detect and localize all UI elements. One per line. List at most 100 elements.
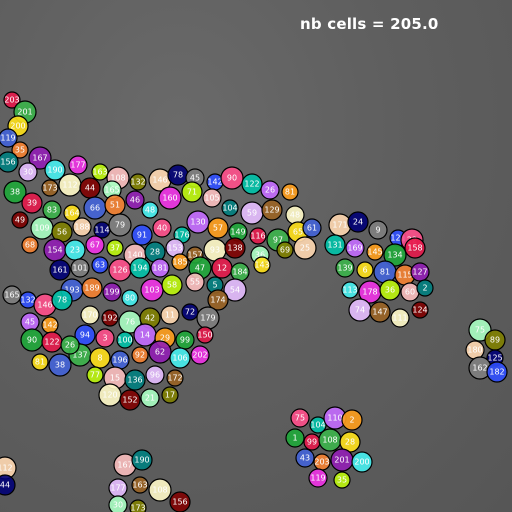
cell-label: 74 (355, 306, 365, 315)
cell-label: 78 (57, 296, 67, 305)
cell: 59 (240, 201, 264, 225)
cell-label: 67 (90, 241, 100, 250)
cell: 161 (49, 259, 71, 281)
cell-label: 1 (292, 434, 297, 443)
cell-label: 201 (334, 456, 349, 465)
cell: 138 (224, 237, 246, 259)
cell-label: 49 (15, 216, 25, 225)
cell-label: 60 (405, 288, 415, 297)
cell-label: 134 (387, 251, 402, 260)
cell-label: 26 (265, 186, 275, 195)
cell-label: 112 (0, 464, 13, 473)
cell-label: 80 (125, 294, 135, 303)
cell-label: 71 (187, 188, 197, 197)
cell-label: 182 (489, 368, 504, 377)
cell: 78 (51, 289, 73, 311)
cell: 108 (318, 428, 342, 452)
cell-label: 99 (180, 336, 190, 345)
cell: 103 (140, 278, 164, 302)
cell: 143 (253, 256, 271, 274)
cell: 46 (125, 190, 145, 210)
cell-label: 15 (110, 374, 120, 383)
cell: 124 (411, 301, 429, 319)
cell-label: 119 (310, 474, 325, 483)
cell: 75 (290, 408, 310, 428)
cell-label: 66 (90, 204, 100, 213)
cell: 17 (161, 386, 179, 404)
cell-label: 25 (300, 244, 310, 253)
cell-label: 114 (94, 226, 109, 235)
cell: 100 (116, 331, 134, 349)
cell: 179 (196, 306, 220, 330)
cell-label: 76 (125, 318, 135, 327)
cell-label: 47 (195, 264, 205, 273)
cell: 111 (390, 308, 410, 328)
cell: 51 (104, 194, 126, 216)
cell-label: 185 (172, 258, 187, 267)
cell: 26 (260, 180, 280, 200)
cell-label: 199 (104, 288, 119, 297)
cell-label: 46 (130, 196, 140, 205)
cell: 72 (181, 303, 199, 321)
cell-label: 68 (25, 241, 35, 250)
cell-label: 51 (110, 201, 120, 210)
cell-label: 91 (137, 231, 147, 240)
cell: 160 (158, 186, 182, 210)
cell: 3 (95, 328, 115, 348)
cell-label: 173 (130, 504, 145, 512)
cell-label: 101 (72, 264, 87, 273)
cell-label: 44 (85, 184, 95, 193)
cell-label: 5 (212, 281, 217, 290)
cell-label: 43 (300, 454, 310, 463)
cell: 79 (108, 213, 132, 237)
cell-label: 156 (0, 158, 15, 167)
cell-label: 190 (134, 456, 149, 465)
cell-label: 14 (140, 331, 150, 340)
cell-label: 112 (62, 181, 77, 190)
cell: 136 (124, 369, 146, 391)
cell-label: 164 (64, 209, 79, 218)
cell-label: 180 (467, 346, 482, 355)
cell: 35 (333, 471, 351, 489)
cell: 122 (241, 173, 263, 195)
cell: 1 (285, 428, 305, 448)
cell-label: 2 (349, 416, 354, 425)
cell: 21 (140, 388, 160, 408)
cell-label: 161 (52, 266, 67, 275)
cell: 38 (48, 353, 72, 377)
cell-label: 2 (422, 284, 427, 293)
cell: 92 (131, 346, 149, 364)
cell-label: 90 (27, 336, 37, 345)
cell-label: 147 (372, 308, 387, 317)
cell-label: 119 (0, 134, 15, 143)
cell-label: 103 (144, 286, 159, 295)
cell-label: 142 (207, 178, 222, 187)
cell-label: 163 (132, 481, 147, 490)
cell: 150 (196, 326, 214, 344)
cell-count-label: nb cells = 205.0 (300, 15, 439, 33)
cell-label: 145 (367, 248, 382, 257)
cell-label: 122 (44, 338, 59, 347)
cell: 152 (119, 389, 141, 411)
cell-label: 111 (392, 314, 407, 323)
cell-label: 178 (362, 288, 377, 297)
cell-label: 79 (115, 221, 125, 230)
cell-label: 202 (192, 351, 207, 360)
cell: 6 (356, 261, 374, 279)
cell: 62 (148, 340, 172, 364)
cell-label: 45 (25, 318, 35, 327)
cell: 39 (21, 192, 43, 214)
cell: 202 (190, 345, 210, 365)
cell: 106 (169, 347, 191, 369)
cell: 199 (102, 282, 122, 302)
cell: 99 (303, 433, 321, 451)
cell-label: 61 (307, 224, 317, 233)
cell: 45 (20, 312, 40, 332)
cell: 112 (58, 173, 82, 197)
cell: 105 (202, 188, 222, 208)
cell-label: 110 (327, 414, 342, 423)
cell: 83 (42, 200, 62, 220)
cell-label: 81 (285, 188, 295, 197)
cell-label: 162 (472, 364, 487, 373)
cell-label: 62 (155, 348, 165, 357)
